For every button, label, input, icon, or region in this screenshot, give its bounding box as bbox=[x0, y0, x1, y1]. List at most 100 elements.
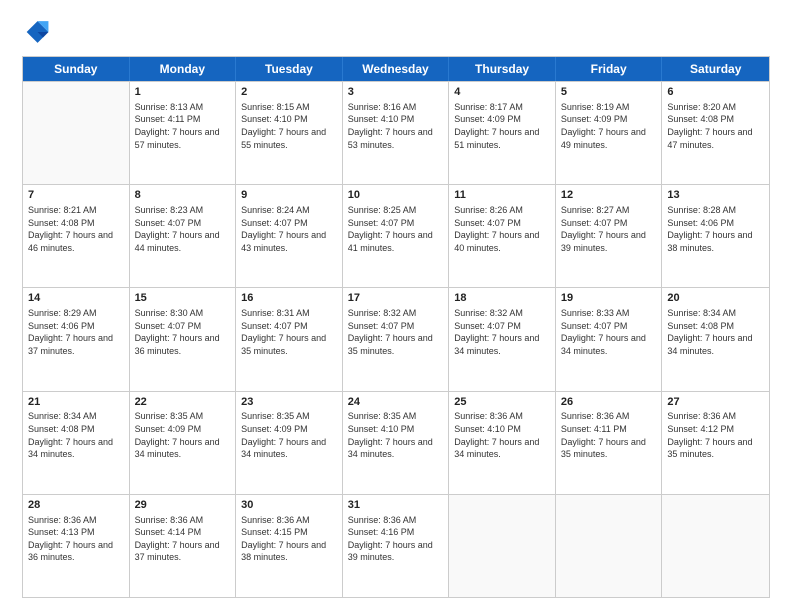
day-number: 19 bbox=[561, 291, 657, 306]
calendar-page: SundayMondayTuesdayWednesdayThursdayFrid… bbox=[0, 0, 792, 612]
day-info: Sunrise: 8:13 AMSunset: 4:11 PMDaylight:… bbox=[135, 101, 231, 151]
day-cell-17: 17Sunrise: 8:32 AMSunset: 4:07 PMDayligh… bbox=[343, 288, 450, 390]
day-number: 11 bbox=[454, 188, 550, 203]
day-number: 28 bbox=[28, 498, 124, 513]
day-info: Sunrise: 8:35 AMSunset: 4:09 PMDaylight:… bbox=[241, 410, 337, 460]
day-cell-11: 11Sunrise: 8:26 AMSunset: 4:07 PMDayligh… bbox=[449, 185, 556, 287]
day-info: Sunrise: 8:35 AMSunset: 4:09 PMDaylight:… bbox=[135, 410, 231, 460]
day-cell-26: 26Sunrise: 8:36 AMSunset: 4:11 PMDayligh… bbox=[556, 392, 663, 494]
day-cell-14: 14Sunrise: 8:29 AMSunset: 4:06 PMDayligh… bbox=[23, 288, 130, 390]
day-info: Sunrise: 8:15 AMSunset: 4:10 PMDaylight:… bbox=[241, 101, 337, 151]
day-number: 13 bbox=[667, 188, 764, 203]
day-info: Sunrise: 8:36 AMSunset: 4:12 PMDaylight:… bbox=[667, 410, 764, 460]
day-info: Sunrise: 8:25 AMSunset: 4:07 PMDaylight:… bbox=[348, 204, 444, 254]
day-number: 31 bbox=[348, 498, 444, 513]
day-number: 10 bbox=[348, 188, 444, 203]
day-header-tuesday: Tuesday bbox=[236, 57, 343, 81]
day-info: Sunrise: 8:24 AMSunset: 4:07 PMDaylight:… bbox=[241, 204, 337, 254]
day-cell-2: 2Sunrise: 8:15 AMSunset: 4:10 PMDaylight… bbox=[236, 82, 343, 184]
day-header-thursday: Thursday bbox=[449, 57, 556, 81]
empty-cell-4-4 bbox=[449, 495, 556, 597]
day-cell-30: 30Sunrise: 8:36 AMSunset: 4:15 PMDayligh… bbox=[236, 495, 343, 597]
day-info: Sunrise: 8:26 AMSunset: 4:07 PMDaylight:… bbox=[454, 204, 550, 254]
day-info: Sunrise: 8:16 AMSunset: 4:10 PMDaylight:… bbox=[348, 101, 444, 151]
empty-cell-4-5 bbox=[556, 495, 663, 597]
day-number: 18 bbox=[454, 291, 550, 306]
day-cell-13: 13Sunrise: 8:28 AMSunset: 4:06 PMDayligh… bbox=[662, 185, 769, 287]
day-cell-24: 24Sunrise: 8:35 AMSunset: 4:10 PMDayligh… bbox=[343, 392, 450, 494]
day-cell-22: 22Sunrise: 8:35 AMSunset: 4:09 PMDayligh… bbox=[130, 392, 237, 494]
day-cell-3: 3Sunrise: 8:16 AMSunset: 4:10 PMDaylight… bbox=[343, 82, 450, 184]
day-number: 4 bbox=[454, 85, 550, 100]
day-number: 29 bbox=[135, 498, 231, 513]
calendar-header-row: SundayMondayTuesdayWednesdayThursdayFrid… bbox=[23, 57, 769, 81]
day-number: 23 bbox=[241, 395, 337, 410]
day-header-sunday: Sunday bbox=[23, 57, 130, 81]
calendar-row-3: 21Sunrise: 8:34 AMSunset: 4:08 PMDayligh… bbox=[23, 391, 769, 494]
day-cell-20: 20Sunrise: 8:34 AMSunset: 4:08 PMDayligh… bbox=[662, 288, 769, 390]
day-info: Sunrise: 8:31 AMSunset: 4:07 PMDaylight:… bbox=[241, 307, 337, 357]
day-info: Sunrise: 8:33 AMSunset: 4:07 PMDaylight:… bbox=[561, 307, 657, 357]
day-number: 25 bbox=[454, 395, 550, 410]
day-cell-18: 18Sunrise: 8:32 AMSunset: 4:07 PMDayligh… bbox=[449, 288, 556, 390]
day-cell-16: 16Sunrise: 8:31 AMSunset: 4:07 PMDayligh… bbox=[236, 288, 343, 390]
day-cell-25: 25Sunrise: 8:36 AMSunset: 4:10 PMDayligh… bbox=[449, 392, 556, 494]
day-cell-27: 27Sunrise: 8:36 AMSunset: 4:12 PMDayligh… bbox=[662, 392, 769, 494]
day-info: Sunrise: 8:36 AMSunset: 4:14 PMDaylight:… bbox=[135, 514, 231, 564]
day-number: 26 bbox=[561, 395, 657, 410]
day-info: Sunrise: 8:20 AMSunset: 4:08 PMDaylight:… bbox=[667, 101, 764, 151]
day-number: 8 bbox=[135, 188, 231, 203]
day-cell-12: 12Sunrise: 8:27 AMSunset: 4:07 PMDayligh… bbox=[556, 185, 663, 287]
page-header bbox=[22, 18, 770, 46]
day-info: Sunrise: 8:27 AMSunset: 4:07 PMDaylight:… bbox=[561, 204, 657, 254]
calendar-row-4: 28Sunrise: 8:36 AMSunset: 4:13 PMDayligh… bbox=[23, 494, 769, 597]
day-cell-6: 6Sunrise: 8:20 AMSunset: 4:08 PMDaylight… bbox=[662, 82, 769, 184]
day-info: Sunrise: 8:30 AMSunset: 4:07 PMDaylight:… bbox=[135, 307, 231, 357]
day-cell-7: 7Sunrise: 8:21 AMSunset: 4:08 PMDaylight… bbox=[23, 185, 130, 287]
day-number: 17 bbox=[348, 291, 444, 306]
day-info: Sunrise: 8:23 AMSunset: 4:07 PMDaylight:… bbox=[135, 204, 231, 254]
day-cell-9: 9Sunrise: 8:24 AMSunset: 4:07 PMDaylight… bbox=[236, 185, 343, 287]
day-number: 2 bbox=[241, 85, 337, 100]
day-info: Sunrise: 8:36 AMSunset: 4:13 PMDaylight:… bbox=[28, 514, 124, 564]
day-number: 14 bbox=[28, 291, 124, 306]
logo-icon bbox=[22, 18, 50, 46]
day-cell-5: 5Sunrise: 8:19 AMSunset: 4:09 PMDaylight… bbox=[556, 82, 663, 184]
day-number: 15 bbox=[135, 291, 231, 306]
logo bbox=[22, 18, 54, 46]
day-number: 1 bbox=[135, 85, 231, 100]
day-info: Sunrise: 8:21 AMSunset: 4:08 PMDaylight:… bbox=[28, 204, 124, 254]
day-number: 9 bbox=[241, 188, 337, 203]
day-cell-21: 21Sunrise: 8:34 AMSunset: 4:08 PMDayligh… bbox=[23, 392, 130, 494]
day-number: 21 bbox=[28, 395, 124, 410]
day-number: 7 bbox=[28, 188, 124, 203]
day-header-friday: Friday bbox=[556, 57, 663, 81]
day-number: 22 bbox=[135, 395, 231, 410]
day-info: Sunrise: 8:32 AMSunset: 4:07 PMDaylight:… bbox=[454, 307, 550, 357]
day-number: 24 bbox=[348, 395, 444, 410]
day-header-saturday: Saturday bbox=[662, 57, 769, 81]
day-info: Sunrise: 8:36 AMSunset: 4:10 PMDaylight:… bbox=[454, 410, 550, 460]
day-cell-10: 10Sunrise: 8:25 AMSunset: 4:07 PMDayligh… bbox=[343, 185, 450, 287]
calendar-body: 1Sunrise: 8:13 AMSunset: 4:11 PMDaylight… bbox=[23, 81, 769, 597]
day-info: Sunrise: 8:28 AMSunset: 4:06 PMDaylight:… bbox=[667, 204, 764, 254]
calendar-row-0: 1Sunrise: 8:13 AMSunset: 4:11 PMDaylight… bbox=[23, 81, 769, 184]
day-info: Sunrise: 8:34 AMSunset: 4:08 PMDaylight:… bbox=[667, 307, 764, 357]
day-info: Sunrise: 8:29 AMSunset: 4:06 PMDaylight:… bbox=[28, 307, 124, 357]
day-info: Sunrise: 8:34 AMSunset: 4:08 PMDaylight:… bbox=[28, 410, 124, 460]
day-cell-4: 4Sunrise: 8:17 AMSunset: 4:09 PMDaylight… bbox=[449, 82, 556, 184]
day-info: Sunrise: 8:17 AMSunset: 4:09 PMDaylight:… bbox=[454, 101, 550, 151]
calendar-row-2: 14Sunrise: 8:29 AMSunset: 4:06 PMDayligh… bbox=[23, 287, 769, 390]
day-header-wednesday: Wednesday bbox=[343, 57, 450, 81]
calendar-grid: SundayMondayTuesdayWednesdayThursdayFrid… bbox=[22, 56, 770, 598]
day-cell-19: 19Sunrise: 8:33 AMSunset: 4:07 PMDayligh… bbox=[556, 288, 663, 390]
day-info: Sunrise: 8:32 AMSunset: 4:07 PMDaylight:… bbox=[348, 307, 444, 357]
day-number: 12 bbox=[561, 188, 657, 203]
empty-cell-0-0 bbox=[23, 82, 130, 184]
day-number: 27 bbox=[667, 395, 764, 410]
day-cell-8: 8Sunrise: 8:23 AMSunset: 4:07 PMDaylight… bbox=[130, 185, 237, 287]
day-number: 5 bbox=[561, 85, 657, 100]
day-info: Sunrise: 8:35 AMSunset: 4:10 PMDaylight:… bbox=[348, 410, 444, 460]
day-cell-28: 28Sunrise: 8:36 AMSunset: 4:13 PMDayligh… bbox=[23, 495, 130, 597]
day-cell-31: 31Sunrise: 8:36 AMSunset: 4:16 PMDayligh… bbox=[343, 495, 450, 597]
